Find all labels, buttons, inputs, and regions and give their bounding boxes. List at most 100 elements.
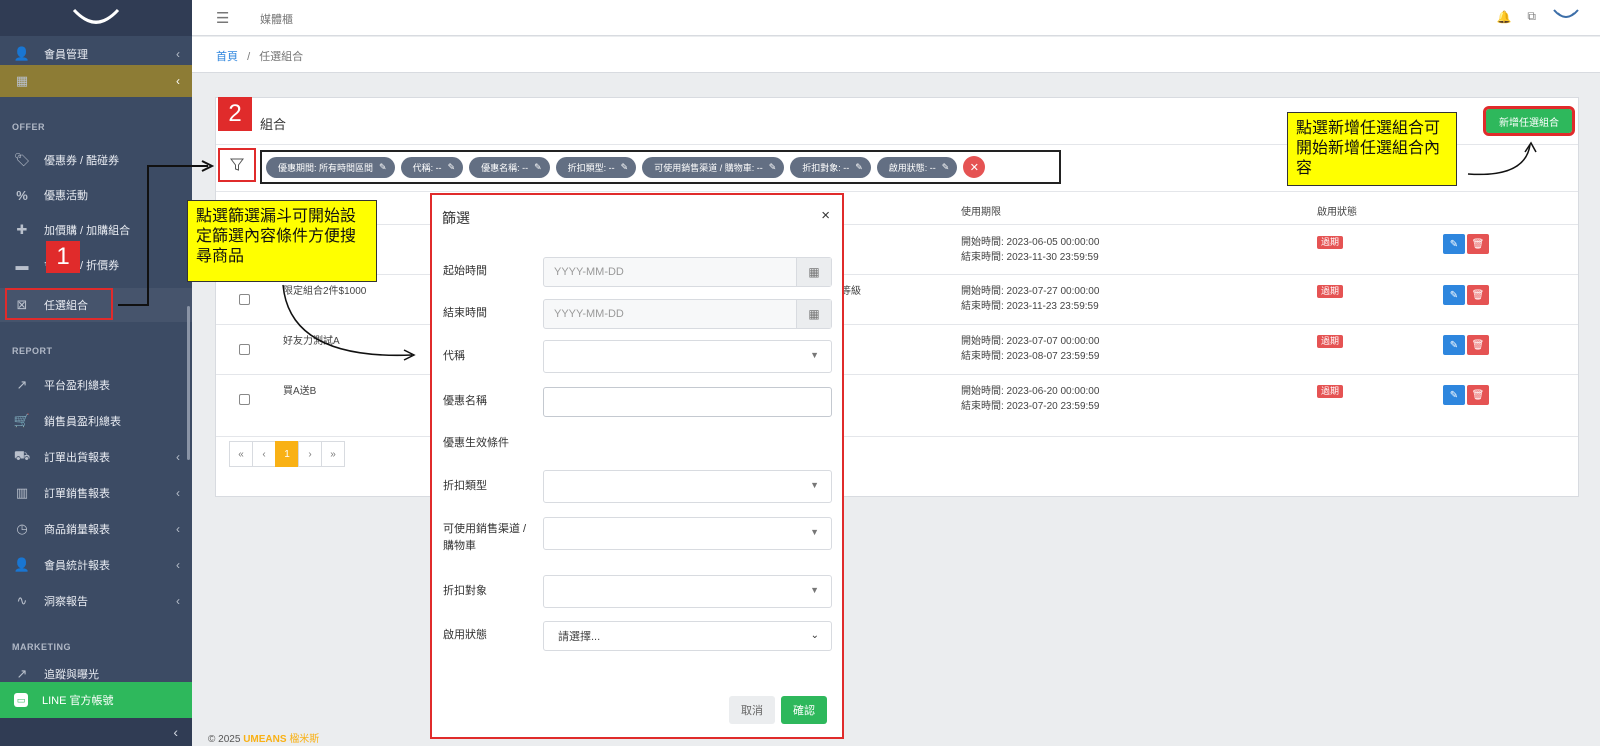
- edit-button[interactable]: ✎: [1443, 234, 1465, 254]
- confirm-button[interactable]: 確認: [781, 696, 827, 724]
- section-title-report: REPORT: [12, 346, 53, 356]
- target-select[interactable]: ▼: [543, 575, 832, 608]
- channel-select[interactable]: ▼: [543, 517, 832, 550]
- calendar-icon[interactable]: ▦: [796, 300, 831, 328]
- status-select[interactable]: 請選擇... ⌄: [543, 621, 832, 651]
- edit-button[interactable]: ✎: [1443, 385, 1465, 405]
- pencil-icon: ✎: [768, 161, 777, 172]
- discount-type-label: 折扣類型: [443, 480, 487, 492]
- close-icon[interactable]: ×: [821, 207, 830, 224]
- name-label: 優惠名稱: [443, 395, 487, 407]
- target-label: 折扣對象: [443, 585, 487, 597]
- calendar-icon[interactable]: ▦: [796, 258, 831, 286]
- sidebar-item-highlighted[interactable]: ▦ ‹: [0, 65, 192, 97]
- edit-button[interactable]: ✎: [1443, 285, 1465, 305]
- caret-down-icon: ▼: [810, 585, 819, 595]
- user-icon: 👤: [13, 557, 31, 572]
- filter-chip-target[interactable]: 折扣對象: -- ✎: [790, 156, 871, 178]
- trend-icon: ∿: [16, 593, 28, 608]
- filter-button[interactable]: [218, 148, 256, 182]
- delete-button[interactable]: 🗑: [1467, 385, 1489, 405]
- filter-chip-name[interactable]: 優惠名稱: -- ✎: [469, 156, 550, 178]
- start-date-label: 起始時間: [443, 265, 487, 277]
- sidebar-item-promotions[interactable]: % 優惠活動: [0, 178, 192, 212]
- menu-icon: ▦: [15, 73, 29, 88]
- line-icon: ▭: [14, 693, 28, 707]
- modal-title: 篩選: [442, 210, 470, 226]
- sidebar-item-member-price[interactable]: ▬ 會員價 / 折價券: [0, 248, 192, 282]
- sidebar-item-coupons[interactable]: 🏷 優惠券 / 酷碰券: [0, 143, 192, 177]
- pencil-icon: ✎: [1449, 389, 1459, 401]
- trash-icon: 🗑: [1471, 389, 1485, 401]
- sidebar-item-member-stats[interactable]: 👤 會員統計報表 ‹: [0, 548, 192, 582]
- sidebar-item-order-sales[interactable]: ▥ 訂單銷售報表 ‹: [0, 476, 192, 510]
- delete-button[interactable]: 🗑: [1467, 285, 1489, 305]
- filter-chip-channel[interactable]: 可使用銷售渠道 / 購物車: -- ✎: [642, 156, 785, 178]
- sidebar-item-product-sales[interactable]: ◷ 商品銷量報表 ‹: [0, 512, 192, 546]
- filter-chip-discount-type[interactable]: 折扣類型: -- ✎: [555, 156, 637, 178]
- annotation-note-add: 點選新增任選組合可開始新增任選組合內容: [1287, 112, 1457, 186]
- pagination: « ‹ 1 › »: [229, 441, 345, 467]
- chevron-left-icon: ‹: [173, 724, 178, 740]
- sidebar-collapse-button[interactable]: ‹: [0, 718, 192, 746]
- sidebar-item-platform-profit[interactable]: ↗ 平台盈利總表: [0, 368, 192, 402]
- discount-type-select[interactable]: ▼: [543, 470, 832, 503]
- page-last[interactable]: »: [321, 441, 345, 467]
- cancel-button[interactable]: 取消: [729, 696, 775, 724]
- brand-logo[interactable]: [0, 0, 192, 36]
- name-input[interactable]: [543, 387, 832, 417]
- sidebar: 👤 會員管理 ‹ ▦ ‹ OFFER 🏷 優惠券 / 酷碰券 % 優惠活動 ✚ 加價購 / …: [0, 0, 192, 746]
- sidebar-item-tracking[interactable]: ↗ 追蹤與曝光: [0, 664, 192, 682]
- chevron-left-icon: ‹: [176, 47, 180, 61]
- row-checkbox[interactable]: [239, 344, 250, 355]
- funnel-icon: [230, 158, 244, 171]
- footer: © 2025 UMEANS 楹米斯: [208, 734, 320, 745]
- page-first[interactable]: «: [229, 441, 253, 467]
- pencil-icon: ✎: [1449, 339, 1459, 351]
- caret-down-icon: ▼: [810, 350, 819, 360]
- chart-line-icon: ↗: [16, 377, 28, 392]
- filter-chips: 優惠期間: 所有時間區間 ✎ 代稱: -- ✎ 優惠名稱: -- ✎ 折扣類型: --…: [260, 150, 1061, 184]
- line-official-button[interactable]: ▭ LINE 官方帳號: [0, 682, 192, 718]
- sidebar-item-insights[interactable]: ∿ 洞察報告 ‹: [0, 584, 192, 618]
- delete-button[interactable]: 🗑: [1467, 335, 1489, 355]
- status-badge: 過期: [1317, 285, 1344, 298]
- alias-label: 代稱: [443, 350, 465, 362]
- tag-icon: 🏷: [13, 152, 31, 167]
- filter-chip-alias[interactable]: 代稱: -- ✎: [400, 156, 464, 178]
- pencil-icon: ✎: [941, 161, 950, 172]
- header-title: 媒體櫃: [260, 14, 293, 26]
- add-bundle-button[interactable]: 新增任選組合: [1483, 106, 1575, 136]
- pencil-icon: ✎: [855, 161, 863, 172]
- percent-icon: %: [16, 187, 28, 203]
- page-next[interactable]: ›: [298, 441, 322, 467]
- sidebar-item-shipping-report[interactable]: ⛟ 訂單出貨報表 ‹: [0, 440, 192, 474]
- bell-icon[interactable]: 🔔: [1496, 10, 1511, 24]
- close-icon: ✕: [969, 161, 979, 174]
- alias-select[interactable]: ▼: [543, 340, 832, 373]
- page-current[interactable]: 1: [275, 441, 299, 467]
- breadcrumb: 首頁 / 任選組合: [216, 51, 304, 63]
- row-checkbox[interactable]: [239, 394, 250, 405]
- language-icon[interactable]: ⧉: [1527, 9, 1536, 24]
- pencil-icon: ✎: [1449, 238, 1459, 250]
- end-date-input[interactable]: YYYY-MM-DD ▦: [543, 299, 832, 329]
- pencil-icon: ✎: [379, 161, 387, 172]
- filter-chip-status[interactable]: 啟用狀態: -- ✎: [876, 156, 958, 178]
- delete-button[interactable]: 🗑: [1467, 234, 1489, 254]
- column-header-period: 使用期限: [961, 207, 1001, 218]
- page-prev[interactable]: ‹: [252, 441, 276, 467]
- sidebar-scrollbar[interactable]: [187, 306, 190, 460]
- edit-button[interactable]: ✎: [1443, 335, 1465, 355]
- sidebar-item-addons[interactable]: ✚ 加價購 / 加購組合: [0, 213, 192, 247]
- breadcrumb-home[interactable]: 首頁: [216, 51, 238, 63]
- status-badge: 過期: [1317, 335, 1344, 348]
- start-date-input[interactable]: YYYY-MM-DD ▦: [543, 257, 832, 287]
- table-row: 0 容 開始時間: 2023-06-05 00:00:00 結束時間: 2023…: [216, 224, 1578, 274]
- sidebar-item-sales-profit[interactable]: 🛒 銷售員盈利總表: [0, 404, 192, 438]
- hamburger-icon[interactable]: ☰: [216, 9, 229, 27]
- clear-filters-button[interactable]: ✕: [963, 156, 986, 178]
- user-avatar[interactable]: [1552, 8, 1580, 25]
- filter-chip-period[interactable]: 優惠期間: 所有時間區間 ✎: [266, 156, 395, 178]
- row-checkbox[interactable]: [239, 294, 250, 305]
